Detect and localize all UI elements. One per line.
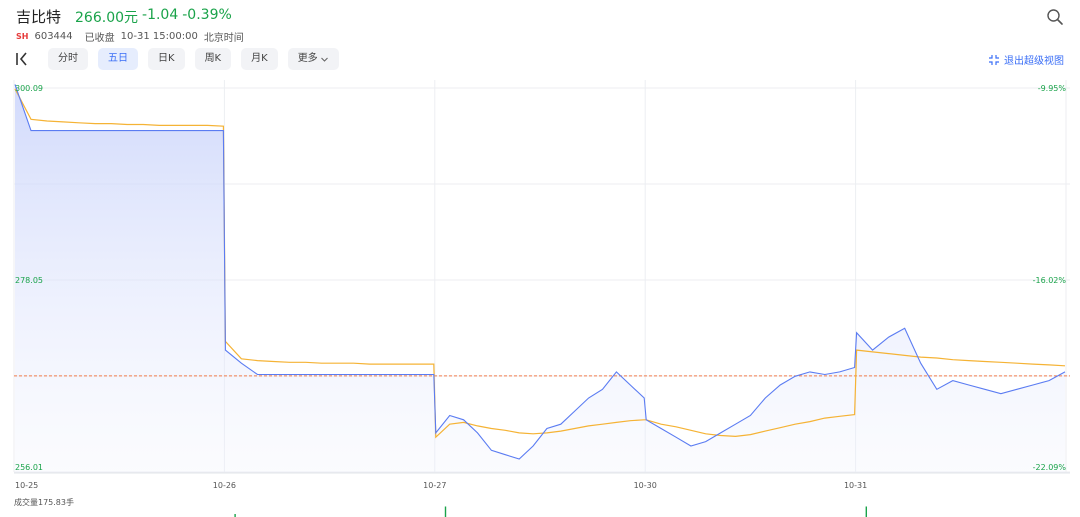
y-axis-left-labels: 300.09 278.05 256.01 xyxy=(15,84,43,472)
tab-weekly-k[interactable]: 周K xyxy=(194,48,232,70)
y-right-tick-label: -9.95% xyxy=(1038,84,1067,93)
y-axis-right-labels: -9.95% -16.02% -22.09% xyxy=(1033,84,1067,472)
tab-daily-k[interactable]: 日K xyxy=(148,48,185,70)
price-change-percent: -0.39% xyxy=(182,7,232,23)
exit-super-view-button[interactable]: 退出超级视图 xyxy=(988,52,1064,67)
volume-bar xyxy=(865,506,867,517)
x-tick-label: 10-30 xyxy=(634,481,657,490)
y-right-tick-label: -22.09% xyxy=(1033,463,1067,472)
x-axis-date-labels: 10-25 10-26 10-27 10-30 10-31 xyxy=(15,481,867,490)
x-tick-label: 10-25 xyxy=(15,481,38,490)
tab-monthly-k[interactable]: 月K xyxy=(241,48,278,70)
more-label: 更多 xyxy=(297,53,318,64)
y-left-tick-label: 300.09 xyxy=(15,84,43,93)
volume-bar xyxy=(444,506,447,517)
average-price-line xyxy=(14,88,1066,439)
price-group: 266.00元 -1.04 -0.39% xyxy=(75,7,232,27)
chart-grid xyxy=(13,80,1070,474)
exchange-badge: SH xyxy=(16,32,29,41)
exit-super-view-label: 退出超级视图 xyxy=(1004,56,1064,67)
stock-header: 吉比特 266.00元 -1.04 -0.39% SH 603444 已收盘 1… xyxy=(16,6,244,44)
search-icon[interactable] xyxy=(1046,8,1064,26)
y-right-tick-label: -16.02% xyxy=(1033,276,1067,285)
price-line xyxy=(14,84,1066,460)
volume-bars xyxy=(234,506,867,517)
price-area-fill xyxy=(15,84,1065,473)
tab-five-day[interactable]: 五日 xyxy=(98,48,138,70)
x-tick-label: 10-26 xyxy=(213,481,236,490)
y-left-tick-label: 256.01 xyxy=(15,463,43,472)
current-price: 266.00元 xyxy=(75,10,139,26)
stock-code: 603444 xyxy=(34,31,73,42)
status-datetime: 10-31 15:00:00 xyxy=(120,31,198,42)
y-left-tick-label: 278.05 xyxy=(15,276,43,285)
timezone-label: 北京时间 xyxy=(203,33,244,44)
x-tick-label: 10-31 xyxy=(844,481,867,490)
market-status: 已收盘 xyxy=(84,33,115,44)
tab-fenshi[interactable]: 分时 xyxy=(48,48,88,70)
price-change: -1.04 xyxy=(142,7,179,23)
volume-label: 成交量175.83手 xyxy=(14,497,74,507)
more-dropdown[interactable]: 更多 xyxy=(287,48,339,70)
period-toolbar: 分时 五日 日K 周K 月K 更多 xyxy=(14,48,339,70)
chevron-down-icon xyxy=(320,57,328,62)
five-day-price-chart: 300.09278.05256.01 -9.95%-16.02%-22.09% … xyxy=(13,80,1070,517)
x-tick-label: 10-27 xyxy=(423,481,446,490)
fullscreen-exit-icon xyxy=(989,54,999,65)
stock-name: 吉比特 xyxy=(16,8,62,26)
collapse-sidebar-icon[interactable] xyxy=(14,50,32,68)
